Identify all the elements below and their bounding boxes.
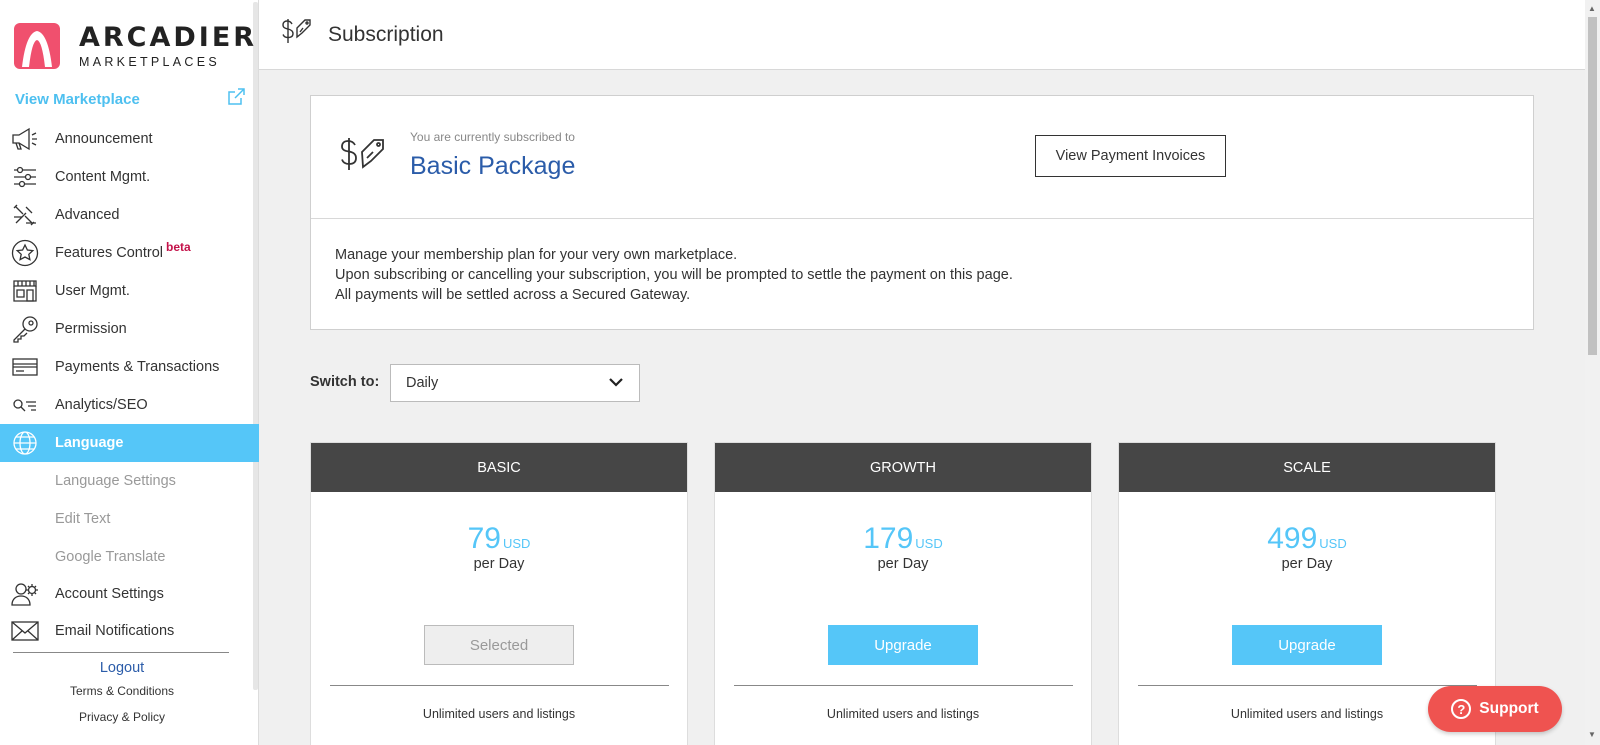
subscription-caption: You are currently subscribed to xyxy=(410,130,575,144)
description-line: Manage your membership plan for your ver… xyxy=(335,247,738,263)
scrollbar-thumb[interactable] xyxy=(1588,17,1597,355)
plan-name: GROWTH xyxy=(715,443,1091,492)
plan-period: per Day xyxy=(1281,556,1333,572)
plan-divider xyxy=(330,685,669,686)
sidebar: ARCADIER MARKETPLACES View Marketplace A… xyxy=(0,0,259,745)
sidebar-item-label: Language xyxy=(55,435,124,451)
key-icon xyxy=(10,315,40,343)
upgrade-button[interactable]: Upgrade xyxy=(828,625,978,665)
price-amount: 79 xyxy=(467,522,501,555)
brand-logo[interactable]: ARCADIER MARKETPLACES xyxy=(14,22,257,70)
scroll-down-arrow-icon[interactable]: ▼ xyxy=(1588,730,1596,739)
plan-period: per Day xyxy=(473,556,525,572)
price-currency: USD xyxy=(915,536,943,551)
description-line: All payments will be settled across a Se… xyxy=(335,287,691,303)
price-amount: 179 xyxy=(863,522,914,555)
price-currency: USD xyxy=(502,536,531,551)
arcadier-logo-icon xyxy=(14,23,60,69)
logout-link[interactable]: Logout xyxy=(0,660,244,676)
plan-feature: Unlimited users and listings xyxy=(826,707,980,721)
scroll-up-arrow-icon[interactable]: ▲ xyxy=(1588,4,1596,13)
billing-period-value: Daily xyxy=(406,375,439,391)
current-plan-name: Basic Package xyxy=(410,152,576,180)
view-marketplace-label[interactable]: View Marketplace xyxy=(15,91,140,108)
sidebar-item-label: Content Mgmt. xyxy=(55,169,151,185)
sliders-icon xyxy=(10,163,40,191)
view-marketplace-link[interactable]: View Marketplace xyxy=(15,88,245,111)
plan-price: 499 USD xyxy=(1119,522,1495,556)
page-scrollbar[interactable]: ▲ ▼ xyxy=(1585,0,1600,745)
sidebar-item-features-control[interactable]: Features Control beta xyxy=(0,234,259,272)
envelope-icon xyxy=(10,617,40,645)
page-title: Subscription xyxy=(328,22,444,46)
price-currency: USD xyxy=(1319,536,1347,551)
sidebar-subitem-google-translate[interactable]: Google Translate xyxy=(0,538,259,576)
brand-title: ARCADIER xyxy=(79,21,258,53)
upgrade-button[interactable]: Upgrade xyxy=(1232,625,1382,665)
sidebar-item-label: User Mgmt. xyxy=(55,283,130,299)
sidebar-item-label: Advanced xyxy=(55,207,120,223)
sidebar-item-permission[interactable]: Permission xyxy=(0,310,259,348)
sidebar-item-language[interactable]: Language xyxy=(0,424,259,462)
sidebar-nav: Announcement Content Mgmt. Advanced Feat… xyxy=(0,120,259,724)
plan-card-basic: BASIC 79 USD per Day Selected Unlimited u… xyxy=(310,442,688,745)
store-icon xyxy=(10,277,40,305)
sidebar-item-label: Features Control xyxy=(55,245,163,261)
selected-button[interactable]: Selected xyxy=(424,625,574,665)
plan-divider xyxy=(1138,685,1477,686)
sidebar-item-advanced[interactable]: Advanced xyxy=(0,196,259,234)
billing-period-select[interactable]: Daily xyxy=(390,364,640,402)
plan-price: 79 USD xyxy=(311,522,687,556)
sidebar-item-label: Payments & Transactions xyxy=(55,359,220,375)
beta-badge: beta xyxy=(166,240,191,254)
users-gear-icon xyxy=(10,580,40,608)
privacy-link[interactable]: Privacy & Policy xyxy=(0,710,244,724)
subscription-card: You are currently subscribed to Basic Pa… xyxy=(310,95,1534,330)
description-line: Upon subscribing or cancelling your subs… xyxy=(335,267,1013,283)
price-amount: 499 xyxy=(1267,522,1318,555)
globe-icon xyxy=(10,429,40,457)
sidebar-divider xyxy=(13,652,229,653)
terms-link[interactable]: Terms & Conditions xyxy=(0,684,244,698)
sidebar-item-label: Email Notifications xyxy=(55,623,175,639)
support-button[interactable]: ? Support xyxy=(1428,686,1562,732)
analytics-icon xyxy=(10,391,40,419)
sidebar-item-label: Permission xyxy=(55,321,127,337)
sidebar-item-email-notifications[interactable]: Email Notifications xyxy=(0,612,259,650)
plan-price: 179 USD xyxy=(715,522,1091,556)
sidebar-item-analytics-seo[interactable]: Analytics/SEO xyxy=(0,386,259,424)
sidebar-item-label: Account Settings xyxy=(55,586,164,602)
support-label: Support xyxy=(1479,700,1539,717)
subscription-description: Manage your membership plan for your ver… xyxy=(311,219,1533,305)
sidebar-item-label: Analytics/SEO xyxy=(55,397,148,413)
plan-name: BASIC xyxy=(311,443,687,492)
card-icon xyxy=(10,353,40,381)
switch-label: Switch to: xyxy=(310,374,380,390)
help-icon: ? xyxy=(1451,699,1472,719)
plan-feature: Unlimited users and listings xyxy=(422,707,576,721)
plan-period: per Day xyxy=(877,556,929,572)
sidebar-item-label: Announcement xyxy=(55,131,153,147)
subscription-icon xyxy=(339,136,389,179)
tools-icon xyxy=(10,201,40,229)
sidebar-item-announcement[interactable]: Announcement xyxy=(0,120,259,158)
plan-card-growth: GROWTH 179 USD per Day Upgrade Unlimited … xyxy=(714,442,1092,745)
subscription-icon xyxy=(281,18,311,51)
sidebar-subitem-language-settings[interactable]: Language Settings xyxy=(0,462,259,500)
page-header: Subscription xyxy=(259,0,1585,70)
chevron-down-icon xyxy=(609,375,623,391)
view-payment-invoices-button[interactable]: View Payment Invoices xyxy=(1035,135,1226,177)
external-link-icon[interactable] xyxy=(227,88,245,111)
star-icon xyxy=(10,239,40,267)
plan-name: SCALE xyxy=(1119,443,1495,492)
brand-subtitle: MARKETPLACES xyxy=(79,54,221,69)
plan-divider xyxy=(734,685,1073,686)
sidebar-item-content-mgmt[interactable]: Content Mgmt. xyxy=(0,158,259,196)
sidebar-item-payments[interactable]: Payments & Transactions xyxy=(0,348,259,386)
sidebar-item-user-mgmt[interactable]: User Mgmt. xyxy=(0,272,259,310)
current-subscription: You are currently subscribed to Basic Pa… xyxy=(311,96,1533,219)
sidebar-item-account-settings[interactable]: Account Settings xyxy=(0,576,259,612)
sidebar-subitem-edit-text[interactable]: Edit Text xyxy=(0,500,259,538)
megaphone-icon xyxy=(10,125,40,153)
